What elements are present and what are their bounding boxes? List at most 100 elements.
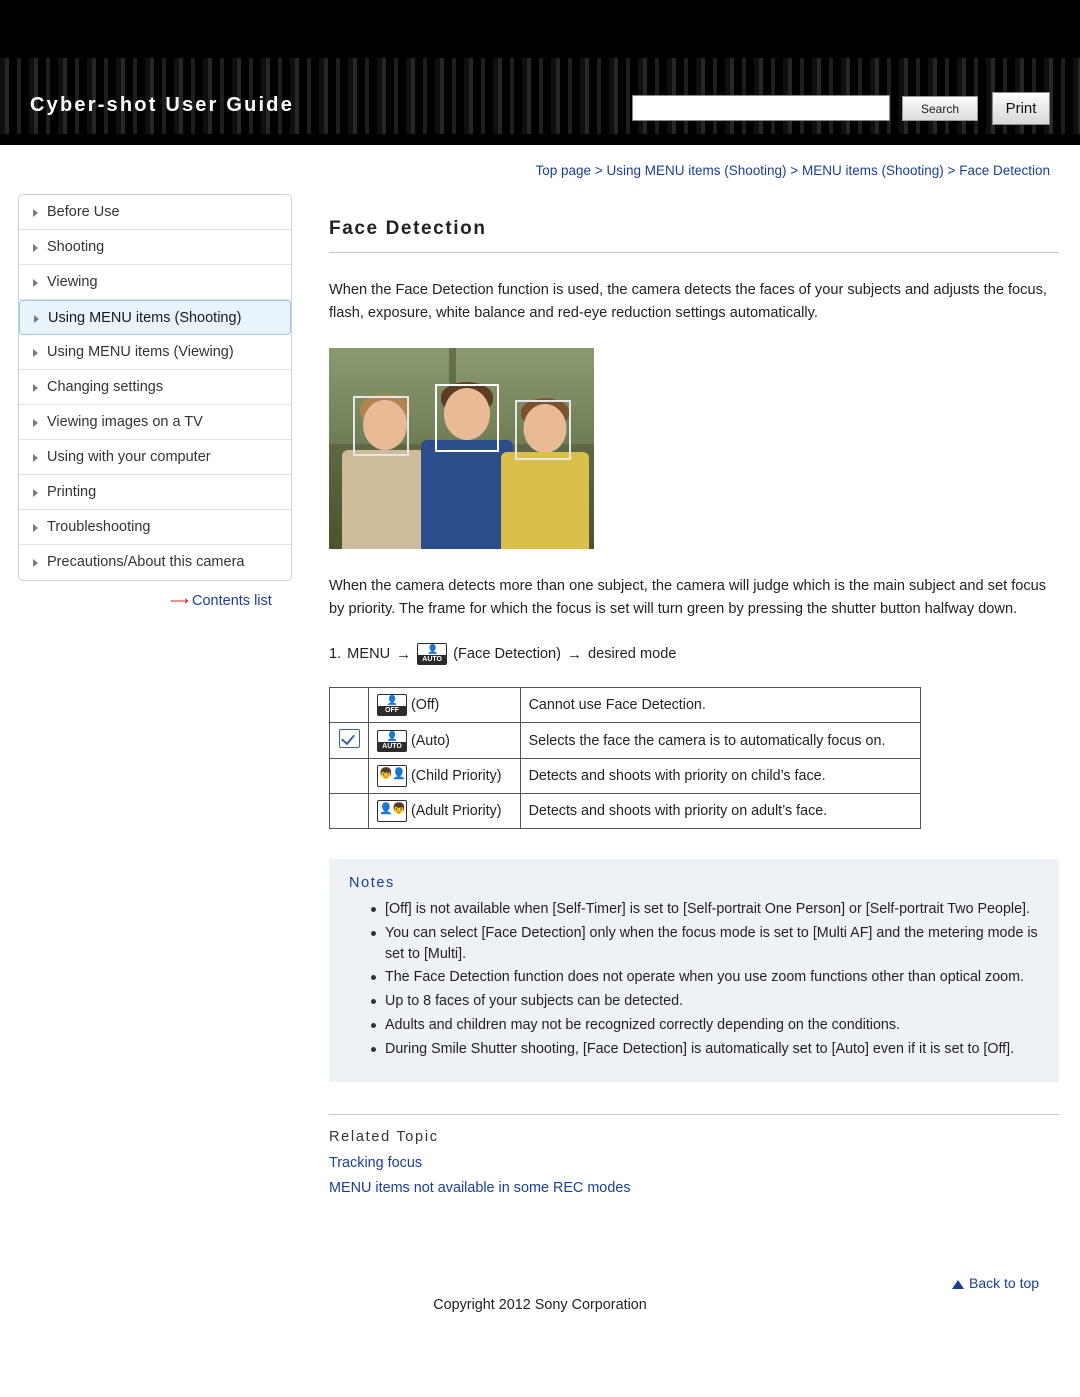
- breadcrumb-item-current: Face Detection: [959, 163, 1050, 178]
- second-paragraph: When the camera detects more than one su…: [329, 578, 1047, 618]
- list-item: The Face Detection function does not ope…: [371, 967, 1039, 988]
- sidebar-item-viewing[interactable]: Viewing: [19, 265, 291, 300]
- mode-description-auto: Selects the face the camera is to automa…: [519, 722, 922, 760]
- sidebar-item-using-with-your-computer[interactable]: Using with your computer: [19, 440, 291, 475]
- sidebar-item-before-use[interactable]: Before Use: [19, 195, 291, 230]
- selected-indicator-cell: [329, 687, 369, 724]
- related-link-tracking-focus[interactable]: Tracking focus: [329, 1155, 1059, 1171]
- page-header: Cyber-shot User Guide Search Print: [0, 0, 1080, 145]
- breadcrumb-separator: >: [594, 163, 603, 178]
- mode-description-child-priority: Detects and shoots with priority on chil…: [519, 758, 922, 795]
- app-title: Cyber-shot User Guide: [30, 94, 295, 116]
- sidebar-item-changing-settings[interactable]: Changing settings: [19, 370, 291, 405]
- breadcrumb-item-menu-items-shooting[interactable]: MENU items (Shooting): [802, 163, 944, 178]
- icon-badge-label: AUTO: [418, 655, 447, 665]
- icon-person-glyph: 👦👤: [379, 768, 405, 781]
- icon-person-glyph: 👤: [427, 644, 438, 655]
- selected-indicator-cell: [329, 793, 369, 830]
- breadcrumb-item-top[interactable]: Top page: [536, 163, 592, 178]
- back-to-top-link[interactable]: Back to top: [952, 1275, 1039, 1291]
- mode-icon-cell-auto: 👤 AUTO (Auto): [368, 722, 521, 760]
- breadcrumb: Top page > Using MENU items (Shooting) >…: [0, 163, 1050, 178]
- sidebar-item-shooting[interactable]: Shooting: [19, 230, 291, 265]
- sidebar-item-printing[interactable]: Printing: [19, 475, 291, 510]
- breadcrumb-item-using-menu-shooting[interactable]: Using MENU items (Shooting): [607, 163, 787, 178]
- list-item: [Off] is not available when [Self-Timer]…: [371, 899, 1039, 920]
- face-frame-left: [353, 396, 409, 457]
- check-icon: [338, 729, 360, 749]
- mode-label-adult-priority: (Adult Priority): [410, 802, 502, 819]
- icon-badge-label: OFF: [378, 706, 406, 716]
- arrow-right-icon: →: [396, 645, 412, 663]
- back-to-top-label: Back to top: [969, 1275, 1040, 1291]
- face-detection-auto-icon: 👤 AUTO: [377, 729, 407, 752]
- step-result-label: desired mode: [588, 646, 677, 663]
- icon-person-glyph: 👤: [386, 730, 398, 741]
- page-title: Face Detection: [329, 218, 1059, 253]
- sidebar-item-label: Using MENU items (Shooting): [48, 310, 242, 326]
- copyright-text: Copyright 2012 Sony Corporation: [433, 1297, 647, 1313]
- search-input[interactable]: [632, 95, 890, 121]
- arrow-right-icon: ⟶: [170, 593, 189, 608]
- photo-child-right-body: [501, 452, 589, 550]
- face-detection-sample-photo: [329, 348, 594, 550]
- mode-label-child-priority: (Child Priority): [410, 767, 502, 784]
- notes-list: [Off] is not available when [Self-Timer]…: [349, 899, 1039, 1059]
- face-detection-child-priority-icon: 👦👤: [377, 765, 407, 788]
- face-frame-center-selected: [435, 384, 499, 453]
- sidebar-item-label: Using MENU items (Viewing): [47, 344, 234, 360]
- mode-label-off: (Off): [410, 696, 440, 713]
- sidebar-item-precautions-about-this-camera[interactable]: Precautions/About this camera: [19, 545, 291, 580]
- main-content: Face Detection When the Face Detection f…: [329, 218, 1059, 1205]
- selected-indicator-cell: [329, 722, 369, 760]
- sidebar-item-viewing-images-on-a-tv[interactable]: Viewing images on a TV: [19, 405, 291, 440]
- mode-label-auto: (Auto): [410, 732, 450, 749]
- header-bottom-rule: [0, 137, 1080, 145]
- print-button[interactable]: Print: [992, 92, 1050, 125]
- table-row: 👦👤 (Child Priority) Detects and shoots w…: [329, 758, 922, 795]
- notes-section: Notes [Off] is not available when [Self-…: [329, 859, 1059, 1083]
- sidebar-item-troubleshooting[interactable]: Troubleshooting: [19, 510, 291, 545]
- sidebar-item-using-menu-items-shooting[interactable]: Using MENU items (Shooting): [19, 300, 291, 335]
- photo-child-left-body: [342, 450, 428, 550]
- sidebar-item-label: Printing: [47, 484, 97, 500]
- icon-person-glyph: 👤👦: [379, 803, 405, 816]
- sidebar-item-label: Changing settings: [47, 379, 164, 395]
- sidebar-nav: Before Use Shooting Viewing Using MENU i…: [18, 194, 292, 581]
- list-item: Up to 8 faces of your subjects can be de…: [371, 991, 1039, 1012]
- mode-icon-cell-adult: 👤👦 (Adult Priority): [368, 793, 521, 830]
- face-frame-right: [515, 400, 571, 461]
- list-item: You can select [Face Detection] only whe…: [371, 923, 1039, 964]
- mode-description-off: Cannot use Face Detection.: [519, 687, 922, 724]
- sidebar-item-using-menu-items-viewing[interactable]: Using MENU items (Viewing): [19, 335, 291, 370]
- mode-icon-cell-child: 👦👤 (Child Priority): [368, 758, 521, 795]
- contents-list-label: Contents list: [192, 593, 272, 609]
- icon-person-glyph: 👤: [386, 695, 398, 706]
- intro-paragraph: When the Face Detection function is used…: [329, 282, 1047, 322]
- face-detection-off-icon: 👤 OFF: [377, 694, 407, 717]
- face-detection-modes-table: 👤 OFF (Off) Cannot use Face Detection. 👤…: [329, 687, 922, 830]
- selected-indicator-cell: [329, 758, 369, 795]
- arrow-right-icon: →: [567, 645, 583, 663]
- menu-step-line: 1. MENU → 👤 AUTO (Face Detection) → desi…: [329, 643, 1059, 666]
- face-detection-auto-icon: 👤 AUTO: [417, 643, 448, 666]
- step-menu-label: MENU: [347, 646, 391, 663]
- table-row: 👤 OFF (Off) Cannot use Face Detection.: [329, 687, 922, 724]
- search-button[interactable]: Search: [902, 96, 978, 121]
- breadcrumb-separator: >: [947, 163, 956, 178]
- mode-description-adult-priority: Detects and shoots with priority on adul…: [519, 793, 922, 830]
- sidebar-item-label: Before Use: [47, 204, 120, 220]
- triangle-up-icon: [952, 1280, 964, 1289]
- related-link-menu-items-not-available[interactable]: MENU items not available in some REC mod…: [329, 1180, 1059, 1196]
- sidebar-item-label: Precautions/About this camera: [47, 554, 245, 570]
- face-detection-adult-priority-icon: 👤👦: [377, 800, 407, 823]
- list-item: Adults and children may not be recognize…: [371, 1015, 1039, 1036]
- table-row: 👤👦 (Adult Priority) Detects and shoots w…: [329, 793, 922, 830]
- contents-list-link[interactable]: ⟶ Contents list: [170, 593, 272, 609]
- table-row: 👤 AUTO (Auto) Selects the face the camer…: [329, 722, 922, 760]
- notes-title: Notes: [349, 875, 395, 892]
- icon-badge-label: AUTO: [378, 741, 406, 751]
- sidebar-item-label: Troubleshooting: [47, 519, 151, 535]
- related-topic-title: Related Topic: [329, 1129, 439, 1146]
- step-icon-caption: (Face Detection): [453, 646, 562, 663]
